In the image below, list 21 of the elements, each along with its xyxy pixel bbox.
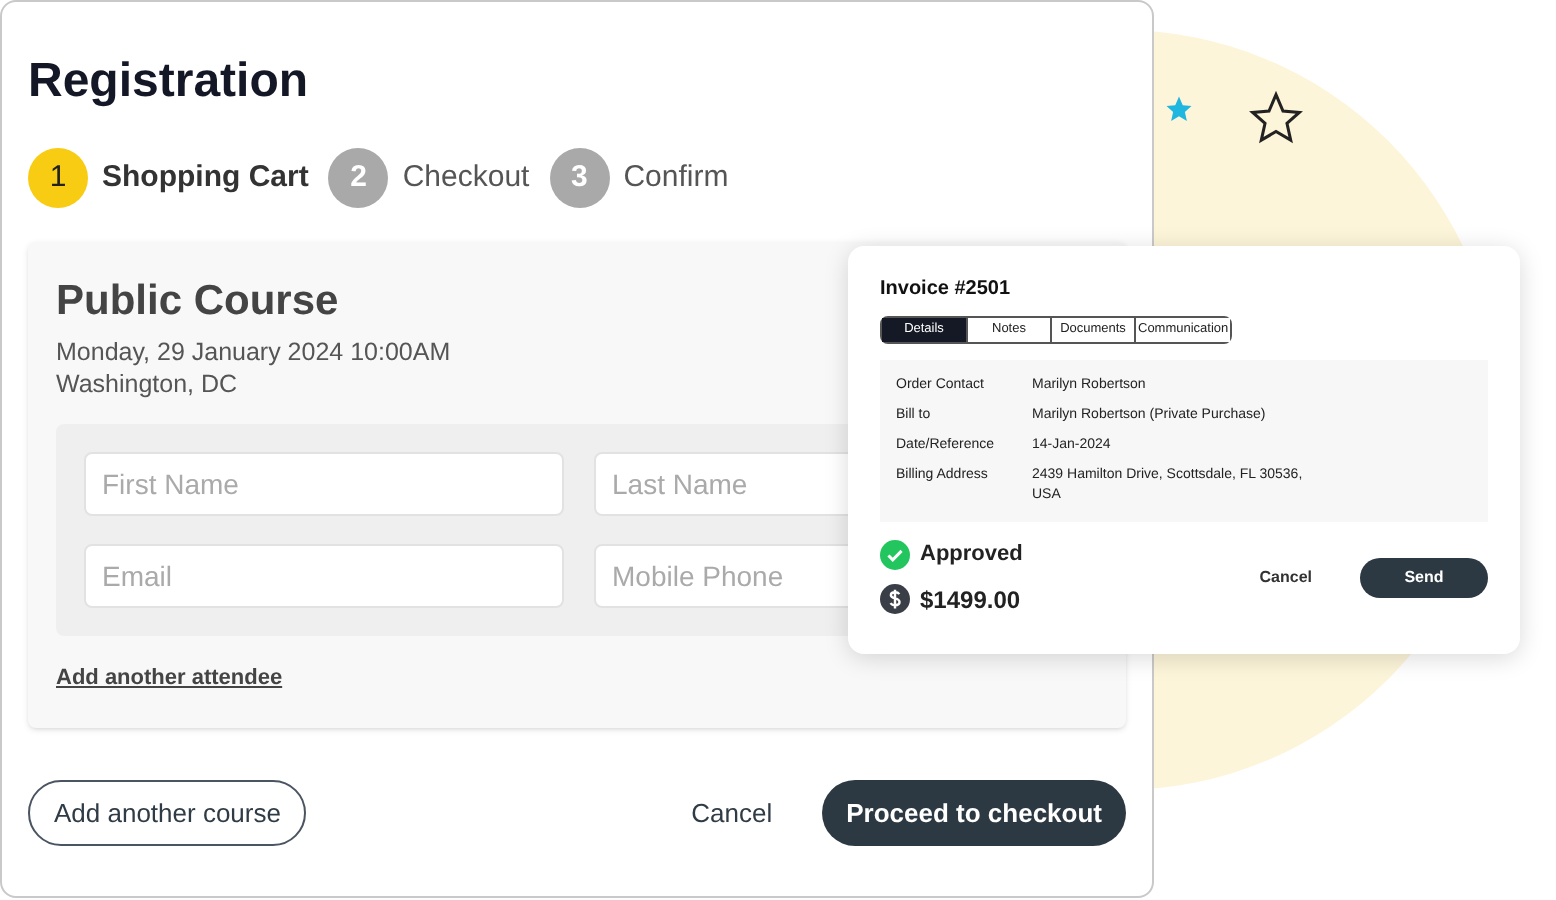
dollar-circle-icon	[880, 584, 910, 614]
add-attendee-link[interactable]: Add another attendee	[56, 662, 283, 695]
star-icon	[1164, 94, 1194, 124]
step-tab[interactable]: 2 Checkout	[328, 148, 530, 208]
star-icon	[1248, 90, 1304, 146]
step-tab[interactable]: 1 Shopping Cart	[28, 148, 309, 208]
text-field[interactable]: First Name	[84, 452, 564, 516]
cancel-button[interactable]: Cancel	[687, 793, 777, 833]
course-title: Public Course	[56, 276, 339, 328]
text-field[interactable]: Email	[84, 544, 564, 608]
send-button[interactable]: Send	[1360, 557, 1488, 598]
page-title: Registration	[28, 52, 311, 112]
course-date: Monday, 29 January 2024 10:00AM	[56, 336, 451, 368]
invoice-cancel-button[interactable]: Cancel	[1259, 565, 1312, 590]
invoice-title: Invoice #2501	[880, 276, 1013, 304]
add-course-button[interactable]: Add another course	[28, 780, 307, 846]
check-circle-icon	[880, 539, 910, 570]
status-text: Approved	[920, 540, 1023, 570]
course-location: Washington, DC	[56, 368, 238, 400]
proceed-button[interactable]: Proceed to checkout	[822, 780, 1126, 846]
step-tab[interactable]: 3 Confirm	[549, 148, 729, 208]
